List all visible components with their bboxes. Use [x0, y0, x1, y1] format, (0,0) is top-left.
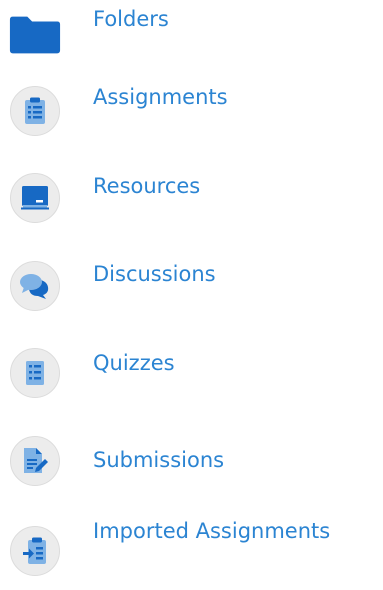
clipboard-import-icon: [8, 524, 62, 578]
nav-item-label[interactable]: Submissions: [93, 450, 224, 471]
nav-item-resources[interactable]: Resources: [0, 165, 383, 237]
folder-icon: [8, 8, 62, 62]
icon-circle: [10, 526, 60, 576]
icon-circle: [10, 261, 60, 311]
clipboard-icon: [8, 84, 62, 138]
nav-item-assignments[interactable]: Assignments: [0, 78, 383, 150]
checklist-icon: [8, 346, 62, 400]
assignment-type-nav: Folders Assignments Resources Discussion…: [0, 0, 383, 590]
document-edit-icon: [8, 434, 62, 488]
nav-item-label[interactable]: Folders: [93, 9, 169, 30]
nav-item-label[interactable]: Assignments: [93, 87, 228, 108]
nav-item-imported-assignments[interactable]: Imported Assignments: [0, 512, 383, 584]
nav-item-label[interactable]: Quizzes: [93, 353, 175, 374]
nav-item-submissions[interactable]: Submissions: [0, 428, 383, 500]
presentation-board-icon: [8, 171, 62, 225]
icon-circle: [10, 86, 60, 136]
nav-item-quizzes[interactable]: Quizzes: [0, 341, 383, 413]
nav-item-folders[interactable]: Folders: [0, 0, 383, 72]
icon-circle: [10, 436, 60, 486]
chat-bubbles-icon: [8, 259, 62, 313]
icon-circle: [10, 348, 60, 398]
nav-item-label[interactable]: Discussions: [93, 264, 216, 285]
nav-item-label[interactable]: Imported Assignments: [93, 521, 330, 542]
nav-item-discussions[interactable]: Discussions: [0, 253, 383, 325]
icon-circle: [10, 173, 60, 223]
nav-item-label[interactable]: Resources: [93, 176, 200, 197]
